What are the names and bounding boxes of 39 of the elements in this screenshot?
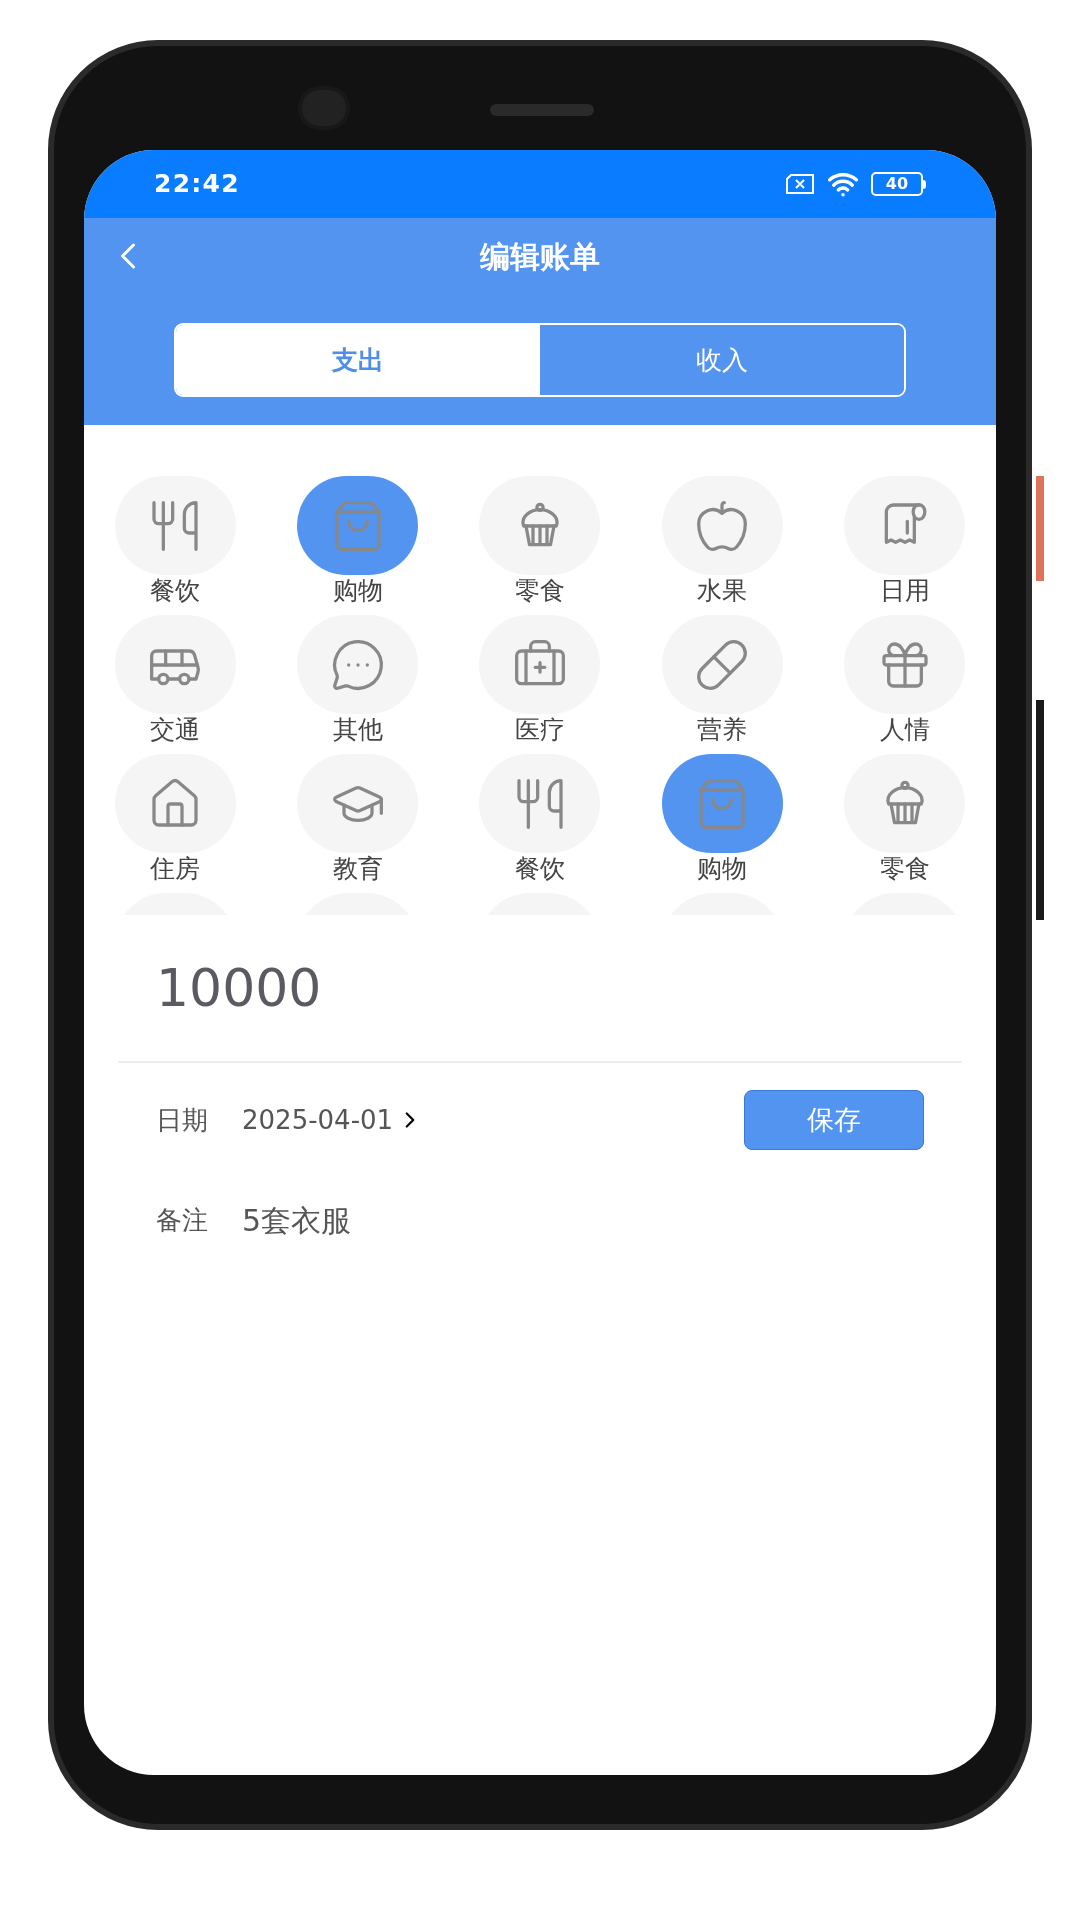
category-label: 教育 bbox=[332, 854, 383, 884]
category-label: 水果 bbox=[697, 576, 748, 606]
no-sim-icon bbox=[785, 173, 815, 195]
category-label: 餐饮 bbox=[150, 576, 201, 606]
date-picker[interactable]: 2025-04-01 bbox=[242, 1100, 424, 1140]
category-item[interactable]: 教育 bbox=[266, 754, 449, 884]
category-label: 人情 bbox=[879, 715, 930, 745]
category-label: 交通 bbox=[150, 715, 201, 745]
category-item[interactable]: 餐饮 bbox=[84, 476, 267, 606]
category-item[interactable]: 营养 bbox=[631, 615, 814, 745]
category-label: 零食 bbox=[515, 576, 565, 606]
battery-level: 40 bbox=[885, 176, 909, 192]
category-label: 零食 bbox=[879, 854, 930, 884]
category-item[interactable]: 购物 bbox=[266, 476, 449, 606]
category-item[interactable]: 购物 bbox=[631, 754, 814, 884]
category-item[interactable]: 人情 bbox=[813, 615, 996, 745]
category-item[interactable]: 零食 bbox=[448, 476, 632, 606]
category-item[interactable]: 日用 bbox=[813, 476, 996, 606]
status-time: 22:42 bbox=[154, 168, 240, 201]
category-label: 日用 bbox=[879, 576, 930, 606]
category-label: 购物 bbox=[332, 576, 383, 606]
category-label: 其他 bbox=[332, 715, 383, 745]
category-item[interactable]: 住房 bbox=[84, 754, 267, 884]
page-title: 编辑账单 bbox=[480, 237, 600, 276]
category-label: 餐饮 bbox=[515, 854, 565, 884]
date-label: 日期 bbox=[156, 1103, 208, 1137]
category-item[interactable]: 医疗 bbox=[448, 615, 632, 745]
category-item[interactable]: 零食 bbox=[813, 754, 996, 884]
amount-field[interactable]: 10000 bbox=[118, 915, 962, 1063]
category-label: 购物 bbox=[697, 854, 748, 884]
category-item[interactable]: 水果 bbox=[631, 476, 814, 606]
category-label: 住房 bbox=[150, 854, 201, 884]
category-item[interactable]: 交通 bbox=[84, 615, 267, 745]
category-item[interactable]: 餐饮 bbox=[448, 754, 632, 884]
category-item[interactable]: 其他 bbox=[266, 615, 449, 745]
note-label: 备注 bbox=[156, 1203, 208, 1237]
category-label: 营养 bbox=[697, 715, 748, 745]
note-field[interactable]: 5套衣服 bbox=[242, 1197, 662, 1243]
category-label: 医疗 bbox=[515, 715, 565, 745]
